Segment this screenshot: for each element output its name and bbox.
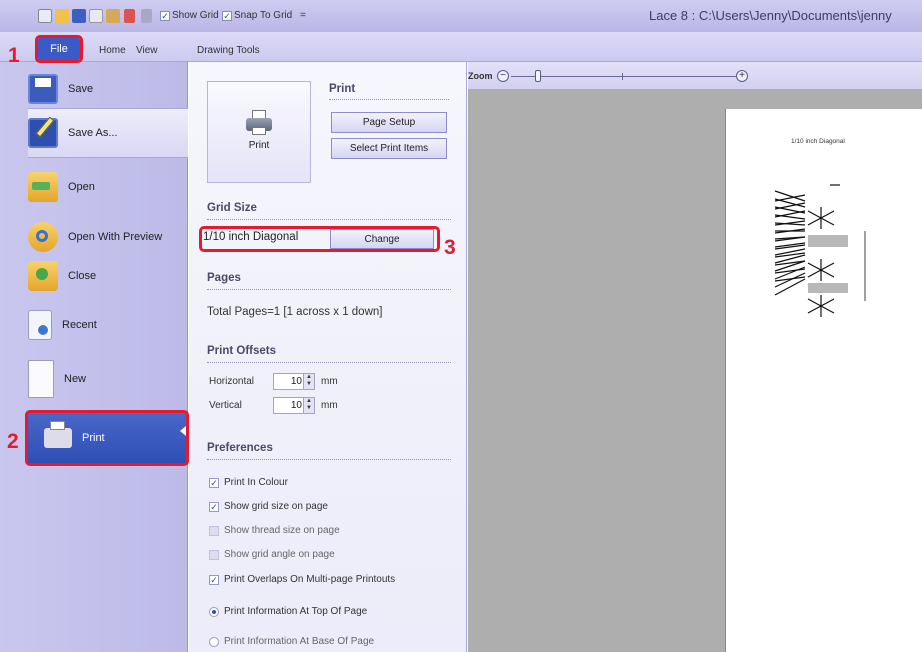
zoom-slider-tick	[622, 73, 623, 80]
vertical-offset-stepper[interactable]: 10 ▲ ▼	[273, 397, 315, 414]
pref-show-grid-size[interactable]: ✓ Show grid size on page	[209, 501, 328, 512]
section-divider	[207, 362, 451, 363]
radio-selected-icon[interactable]	[209, 606, 219, 617]
section-pages-title: Pages	[207, 272, 241, 284]
checkbox-checked-icon[interactable]: ✓	[209, 477, 219, 488]
nav-open-label: Open	[68, 181, 95, 193]
nav-recent-label: Recent	[62, 319, 97, 331]
zoom-out-button[interactable]: −	[497, 70, 509, 82]
annotation-step-2: 2	[7, 430, 19, 453]
title-bar: ✓ Show Grid ✓ Snap To Grid = Lace 8 : C:\U…	[0, 0, 922, 32]
nav-save-as[interactable]: Save As...	[28, 108, 188, 158]
customize-toolbar-button[interactable]: =	[300, 10, 306, 21]
radio-info-top[interactable]: Print Information At Top Of Page	[209, 606, 367, 617]
page-setup-button[interactable]: Page Setup	[331, 112, 447, 133]
highlight-print-nav	[25, 410, 189, 466]
zoom-slider-thumb[interactable]	[535, 70, 541, 82]
nav-new[interactable]: New	[28, 357, 188, 401]
snap-to-grid-toggle[interactable]: ✓ Snap To Grid	[222, 10, 292, 21]
undo-icon[interactable]	[124, 9, 135, 23]
nav-close[interactable]: Close	[28, 259, 188, 293]
zoom-slider-track[interactable]	[511, 76, 736, 77]
section-grid-size-title: Grid Size	[207, 202, 257, 214]
show-grid-toggle[interactable]: ✓ Show Grid	[160, 10, 219, 21]
nav-close-label: Close	[68, 270, 97, 282]
section-divider	[329, 99, 449, 100]
print-preview-area: Zoom − + 1/10 inch Diagonal	[468, 62, 922, 652]
horizontal-offset-label: Horizontal	[209, 376, 255, 387]
paste-icon[interactable]	[106, 9, 120, 23]
horizontal-offset-value: 10	[290, 376, 302, 387]
spin-arrows-icon[interactable]: ▲ ▼	[303, 398, 314, 413]
new-file-icon[interactable]	[38, 9, 52, 23]
section-divider	[207, 289, 451, 290]
pref-print-overlaps[interactable]: ✓ Print Overlaps On Multi-page Printouts	[209, 574, 395, 585]
zoom-bar: Zoom − +	[468, 62, 922, 90]
printer-icon	[246, 110, 272, 136]
section-preferences-title: Preferences	[207, 442, 273, 454]
annotation-step-3: 3	[444, 236, 456, 259]
tab-drawing-tools[interactable]: Drawing Tools	[197, 45, 260, 56]
annotation-step-1: 1	[8, 44, 20, 67]
save-icon[interactable]	[72, 9, 86, 23]
close-folder-icon	[28, 261, 58, 291]
nav-recent[interactable]: Recent	[28, 308, 188, 342]
save-icon	[28, 74, 58, 104]
section-divider	[207, 219, 451, 220]
nav-open-with-preview[interactable]: Open With Preview	[28, 220, 188, 254]
checkbox-checked-icon[interactable]: ✓	[209, 574, 219, 585]
copy-icon[interactable]	[89, 9, 103, 23]
checkbox-checked-icon[interactable]: ✓	[209, 501, 219, 512]
horizontal-offset-stepper[interactable]: 10 ▲ ▼	[273, 373, 315, 390]
pref-print-in-colour[interactable]: ✓ Print In Colour	[209, 477, 288, 488]
nav-open-with-preview-label: Open With Preview	[68, 231, 163, 243]
window-title: Lace 8 : C:\Users\Jenny\Documents\jenny	[649, 8, 892, 23]
highlight-grid-size-row	[199, 226, 440, 252]
new-document-icon	[28, 360, 54, 398]
zoom-label: Zoom	[468, 71, 493, 81]
recent-icon	[28, 310, 52, 340]
checkbox-unchecked-icon[interactable]	[209, 549, 219, 560]
checkbox-unchecked-icon[interactable]	[209, 525, 219, 536]
pref-show-thread-size[interactable]: Show thread size on page	[209, 525, 340, 536]
vertical-offset-value: 10	[290, 400, 302, 411]
vertical-offset-unit: mm	[321, 400, 338, 411]
total-pages-text: Total Pages=1 [1 across x 1 down]	[207, 306, 383, 318]
folder-open-icon	[28, 172, 58, 202]
vertical-offset-label: Vertical	[209, 400, 242, 411]
preview-page: 1/10 inch Diagonal	[725, 109, 922, 652]
lace-pattern-drawing	[774, 184, 866, 317]
redo-icon[interactable]	[141, 9, 152, 23]
radio-info-base[interactable]: Print Information At Base Of Page	[209, 636, 374, 647]
tab-home[interactable]: Home	[99, 45, 126, 56]
nav-save[interactable]: Save	[28, 72, 188, 106]
select-print-items-button[interactable]: Select Print Items	[331, 138, 447, 159]
print-settings-panel: Print Print Page Setup Select Print Item…	[189, 62, 467, 652]
highlight-file-tab	[35, 35, 83, 63]
section-divider	[207, 459, 451, 460]
horizontal-offset-unit: mm	[321, 376, 338, 387]
print-button-label: Print	[248, 140, 270, 151]
pref-show-grid-angle[interactable]: Show grid angle on page	[209, 549, 335, 560]
section-print-title: Print	[329, 83, 356, 95]
nav-save-label: Save	[68, 83, 94, 95]
nav-save-as-label: Save As...	[68, 127, 118, 139]
open-folder-icon[interactable]	[55, 9, 69, 23]
nav-open[interactable]: Open	[28, 170, 188, 204]
radio-unselected-icon[interactable]	[209, 636, 219, 647]
print-button[interactable]: Print	[207, 81, 311, 183]
ribbon-tabs: Home View Drawing Tools	[0, 32, 922, 62]
nav-new-label: New	[64, 373, 87, 385]
save-as-icon	[28, 116, 58, 148]
section-print-offsets-title: Print Offsets	[207, 345, 277, 357]
zoom-in-button[interactable]: +	[736, 70, 748, 82]
spin-arrows-icon[interactable]: ▲ ▼	[303, 374, 314, 389]
page-grid-caption: 1/10 inch Diagonal	[791, 138, 845, 145]
tab-view[interactable]: View	[136, 45, 158, 56]
backstage-nav: Save Save As... Open Open With Preview C…	[0, 62, 188, 652]
preview-icon	[28, 222, 58, 252]
